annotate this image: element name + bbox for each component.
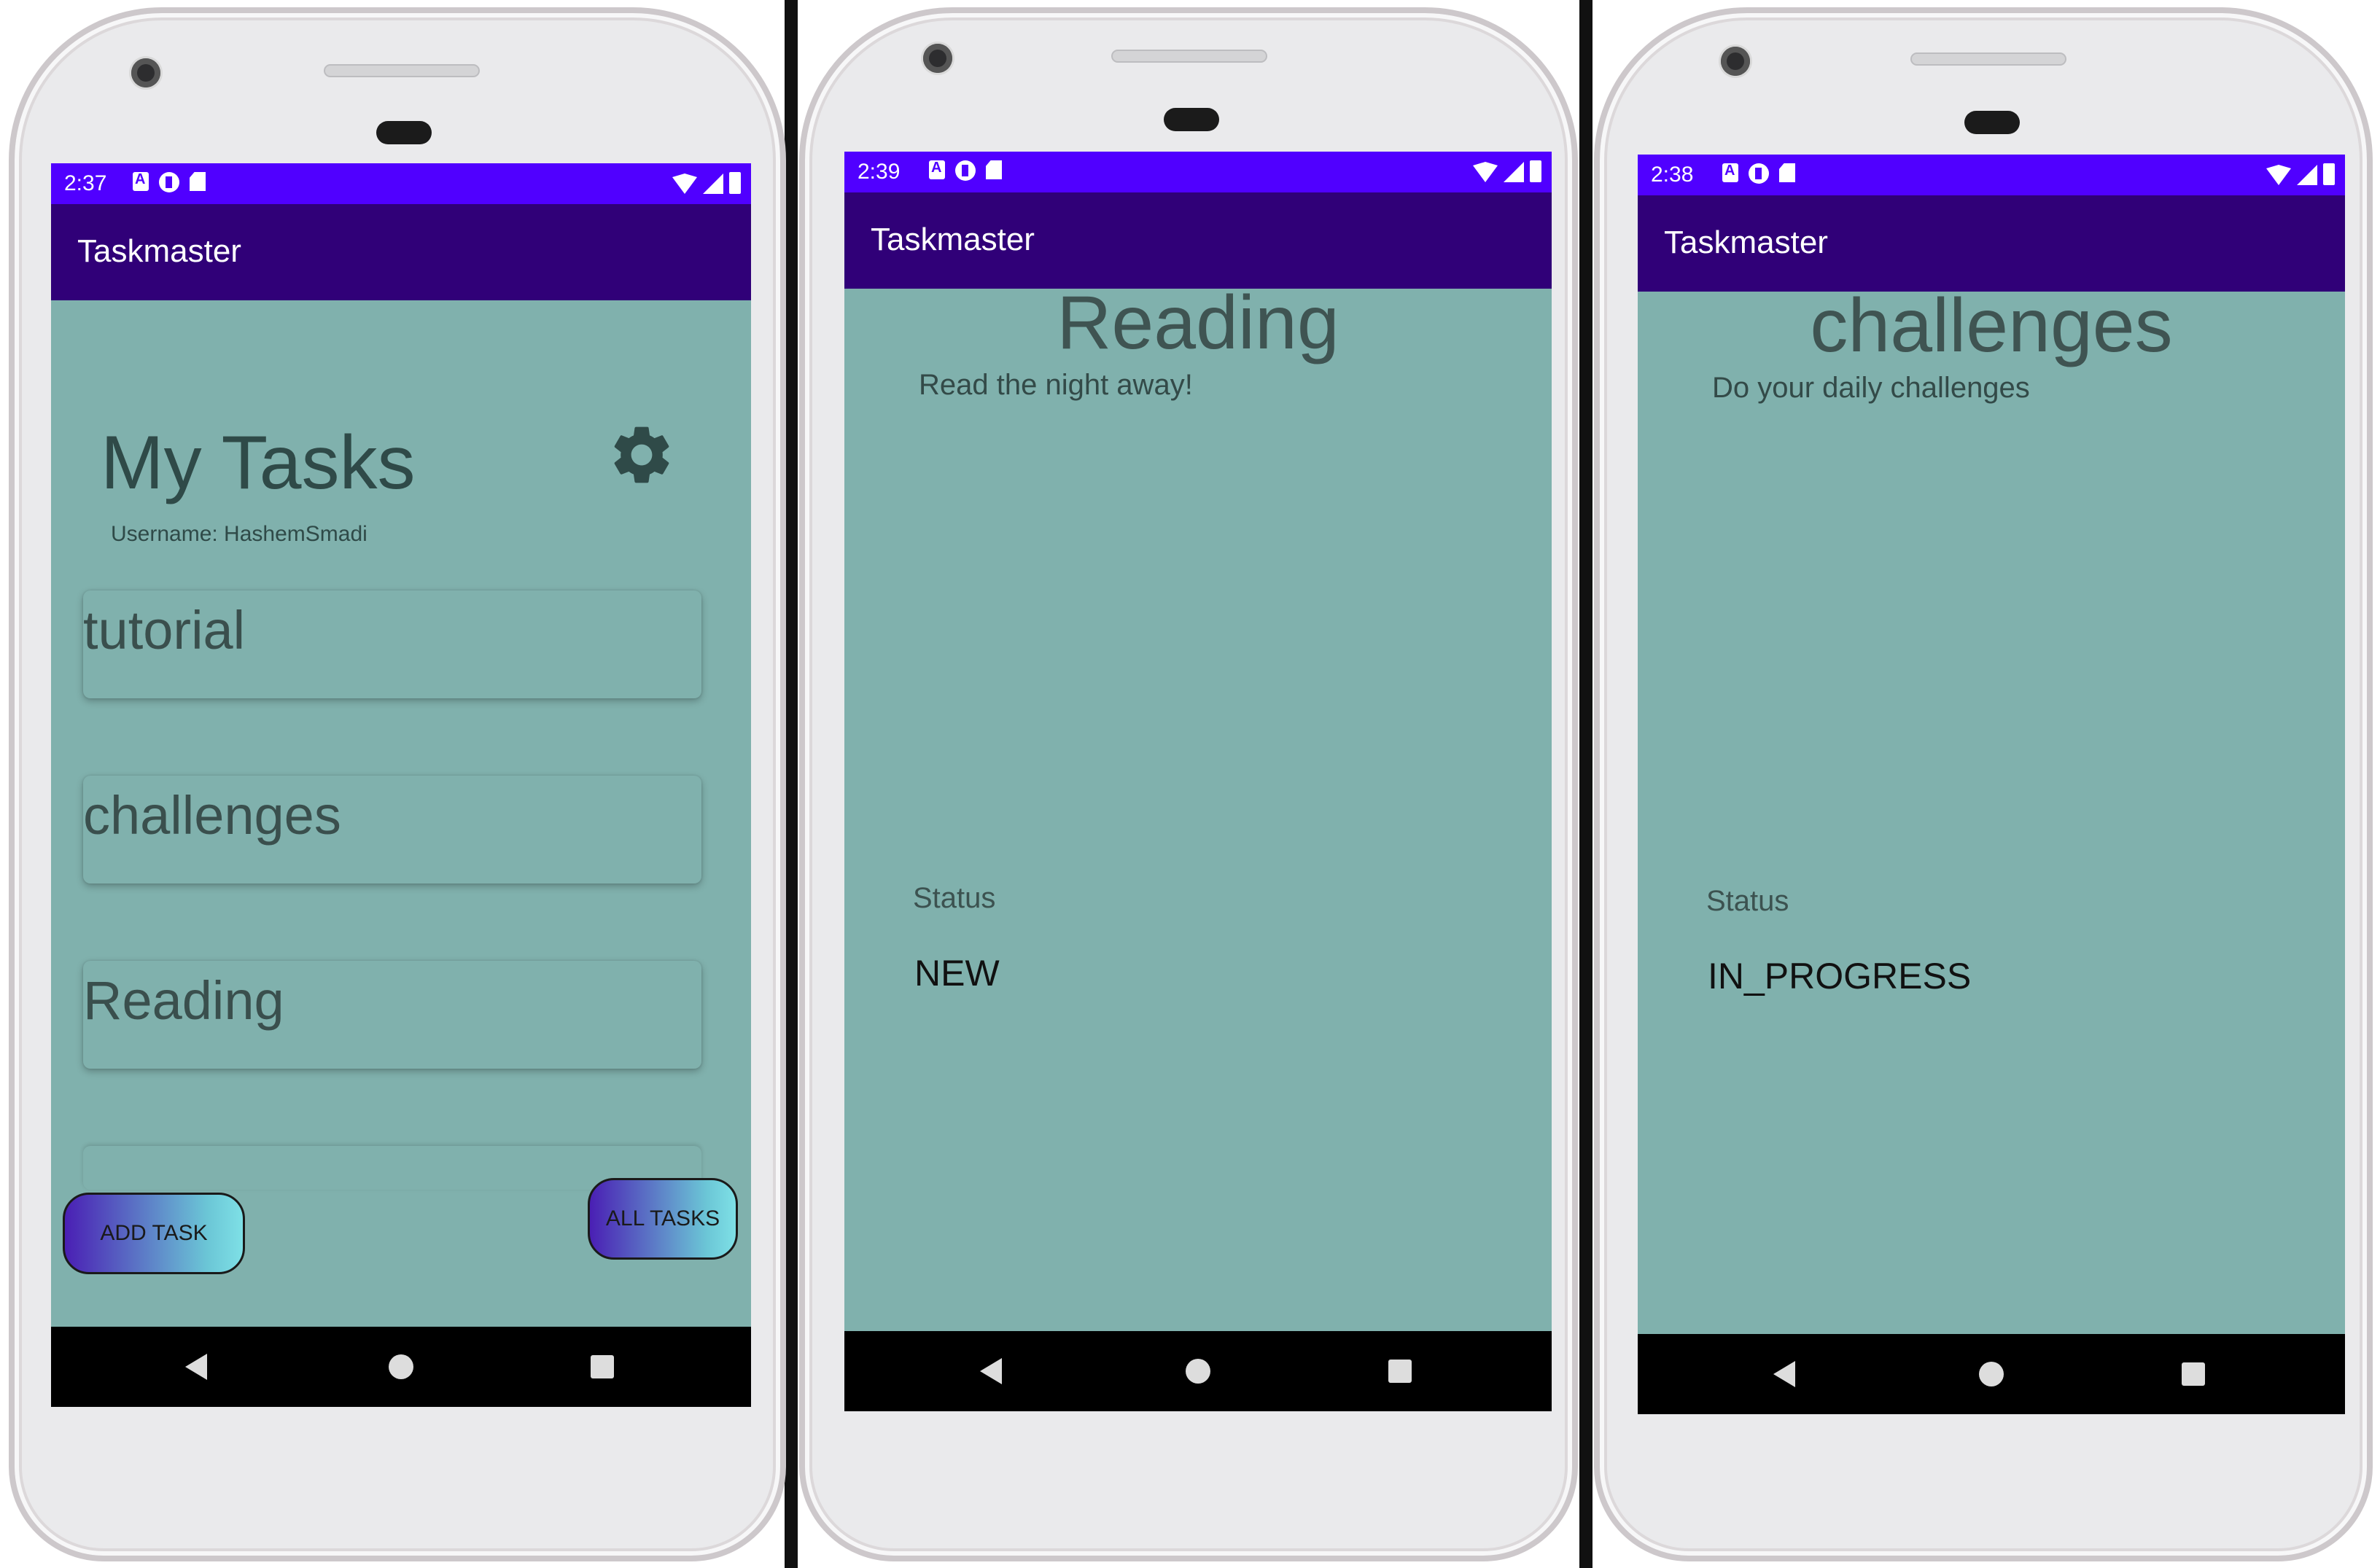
status-bar: 2:37 xyxy=(51,163,751,204)
username-label: Username: HashemSmadi xyxy=(111,522,368,546)
task-item-challenges[interactable]: challenges xyxy=(83,776,701,884)
battery-icon xyxy=(1530,160,1541,182)
phone-frame-1: 2:37 Taskmaster My Tasks Username: Hashe… xyxy=(9,7,786,1561)
recents-icon[interactable] xyxy=(2182,1362,2205,1386)
notification-icons xyxy=(929,160,1002,181)
back-icon[interactable] xyxy=(185,1354,207,1380)
task-body: Do your daily challenges xyxy=(1712,372,2030,404)
circle-notification-icon xyxy=(1749,163,1769,184)
all-tasks-button[interactable]: ALL TASKS xyxy=(588,1178,738,1260)
task-item-label: Reading xyxy=(83,970,284,1031)
task-item-reading[interactable]: Reading xyxy=(83,961,701,1069)
status-time: 2:38 xyxy=(1651,163,1694,187)
front-camera xyxy=(1721,47,1750,76)
task-title: challenges xyxy=(1810,284,2173,368)
home-icon[interactable] xyxy=(389,1354,413,1379)
sd-card-icon xyxy=(190,172,206,191)
task-title: Reading xyxy=(1057,281,1339,365)
status-time: 2:39 xyxy=(858,160,901,184)
system-icons xyxy=(672,172,741,194)
app-bar: Taskmaster xyxy=(844,192,1552,289)
status-time: 2:37 xyxy=(64,171,107,195)
nav-bar xyxy=(1638,1334,2345,1414)
nav-bar xyxy=(51,1327,751,1407)
phone-frame-2: 2:39 Taskmaster Reading Read the night a… xyxy=(799,7,1578,1561)
wifi-icon xyxy=(1473,162,1498,182)
proximity-sensor xyxy=(376,121,432,144)
notification-icons xyxy=(133,171,206,192)
earpiece-speaker xyxy=(1111,50,1267,63)
circle-notification-icon xyxy=(159,172,179,192)
app-title: Taskmaster xyxy=(1664,225,1828,260)
status-label: Status xyxy=(1706,885,1789,917)
proximity-sensor xyxy=(1964,111,2020,134)
add-task-label: ADD TASK xyxy=(100,1221,208,1245)
home-icon[interactable] xyxy=(1186,1359,1210,1384)
sd-card-icon xyxy=(986,160,1002,179)
battery-icon xyxy=(729,172,741,194)
recents-icon[interactable] xyxy=(591,1355,614,1378)
status-value: IN_PROGRESS xyxy=(1708,956,1972,996)
sd-card-icon xyxy=(1779,163,1795,182)
cell-signal-icon xyxy=(1504,162,1524,182)
all-tasks-label: ALL TASKS xyxy=(605,1206,720,1230)
earpiece-speaker xyxy=(1910,52,2066,66)
task-item-label: challenges xyxy=(83,785,341,846)
app-title: Taskmaster xyxy=(871,222,1035,257)
status-value: NEW xyxy=(914,953,1000,994)
wifi-icon xyxy=(2266,165,2291,185)
notification-icons xyxy=(1722,163,1795,184)
nav-bar xyxy=(844,1331,1552,1411)
screen-task-detail-challenges: 2:38 Taskmaster challenges Do your daily… xyxy=(1638,155,2345,1414)
battery-icon xyxy=(2323,163,2335,185)
earpiece-speaker xyxy=(324,64,480,77)
a-notification-icon xyxy=(929,160,945,179)
task-item-tutorial[interactable]: tutorial xyxy=(83,590,701,698)
task-item-label: tutorial xyxy=(83,600,246,660)
proximity-sensor xyxy=(1164,108,1219,131)
app-title: Taskmaster xyxy=(77,233,241,269)
gap-divider xyxy=(1579,0,1592,1568)
status-label: Status xyxy=(913,882,996,914)
cell-signal-icon xyxy=(2297,165,2317,185)
a-notification-icon xyxy=(1722,163,1738,182)
wifi-icon xyxy=(672,173,697,194)
gap-divider xyxy=(785,0,798,1568)
back-icon[interactable] xyxy=(1773,1361,1795,1387)
screen-main: 2:37 Taskmaster My Tasks Username: Hashe… xyxy=(51,163,751,1407)
system-icons xyxy=(1473,160,1541,182)
recents-icon[interactable] xyxy=(1388,1360,1412,1383)
system-icons xyxy=(2266,163,2335,185)
app-bar: Taskmaster xyxy=(51,204,751,300)
add-task-button[interactable]: ADD TASK xyxy=(63,1193,245,1274)
app-bar: Taskmaster xyxy=(1638,195,2345,292)
cell-signal-icon xyxy=(703,173,723,194)
status-bar: 2:39 xyxy=(844,152,1552,192)
screen-task-detail-reading: 2:39 Taskmaster Reading Read the night a… xyxy=(844,152,1552,1411)
status-bar: 2:38 xyxy=(1638,155,2345,195)
front-camera xyxy=(923,44,952,73)
task-body: Read the night away! xyxy=(919,369,1193,401)
gear-icon[interactable] xyxy=(607,420,677,490)
circle-notification-icon xyxy=(955,160,976,181)
a-notification-icon xyxy=(133,171,149,191)
back-icon[interactable] xyxy=(980,1358,1002,1384)
front-camera xyxy=(131,58,160,87)
phone-frame-3: 2:38 Taskmaster challenges Do your daily… xyxy=(1594,7,2373,1561)
home-icon[interactable] xyxy=(1979,1362,2004,1386)
page-title: My Tasks xyxy=(101,421,416,505)
